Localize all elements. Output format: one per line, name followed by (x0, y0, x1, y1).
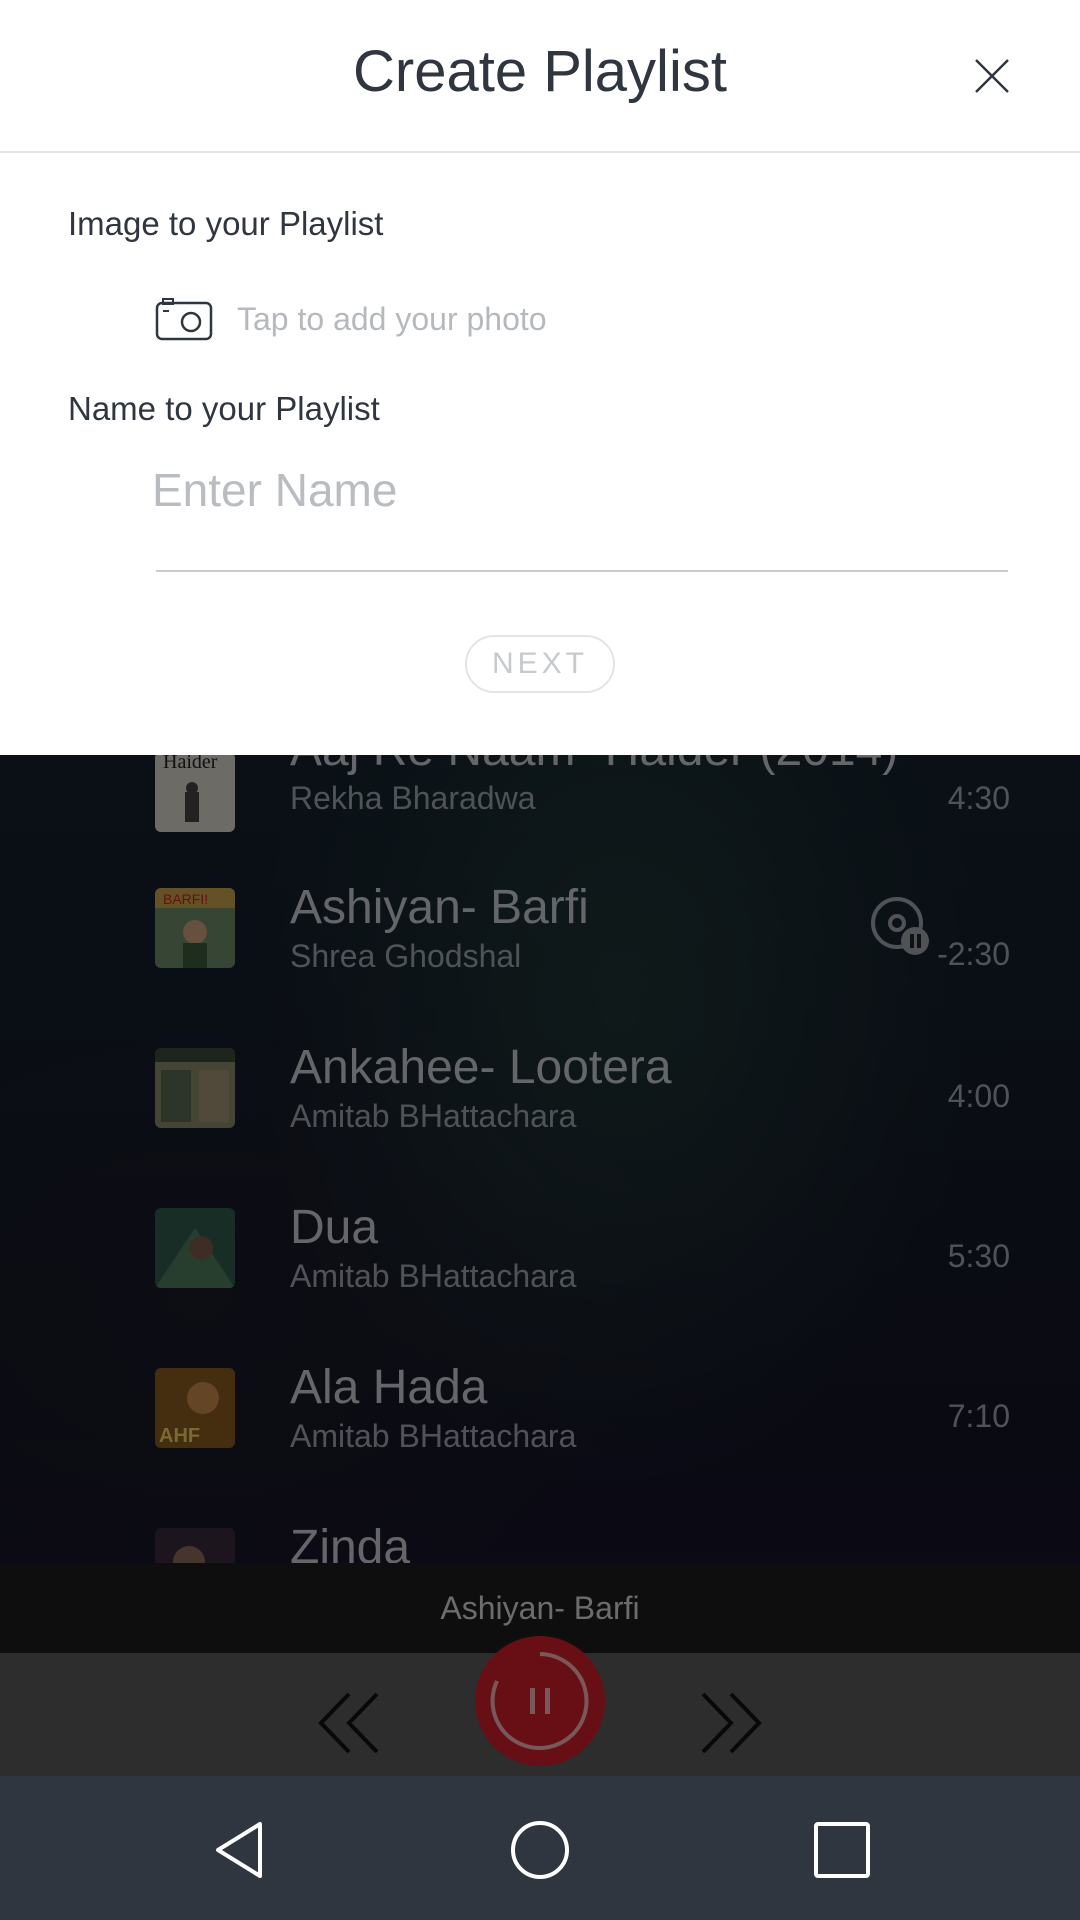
back-triangle-icon[interactable] (208, 1818, 272, 1882)
close-icon[interactable] (972, 56, 1012, 96)
home-circle-icon[interactable] (508, 1818, 572, 1882)
photo-hint: Tap to add your photo (237, 300, 547, 337)
add-photo-button[interactable]: Tap to add your photo (155, 294, 547, 344)
next-button[interactable]: NEXT (465, 635, 615, 693)
input-underline (156, 570, 1008, 572)
playlist-name-input[interactable] (152, 460, 1008, 520)
create-playlist-dialog: Create Playlist Image to your Playlist T… (0, 0, 1080, 755)
system-navigation-bar (0, 1776, 1080, 1920)
dialog-title: Create Playlist (353, 39, 727, 104)
name-section-label: Name to your Playlist (68, 390, 380, 427)
image-section-label: Image to your Playlist (68, 205, 384, 242)
dialog-header: Create Playlist (0, 0, 1080, 153)
camera-icon (155, 298, 213, 341)
recents-square-icon[interactable] (810, 1818, 874, 1882)
